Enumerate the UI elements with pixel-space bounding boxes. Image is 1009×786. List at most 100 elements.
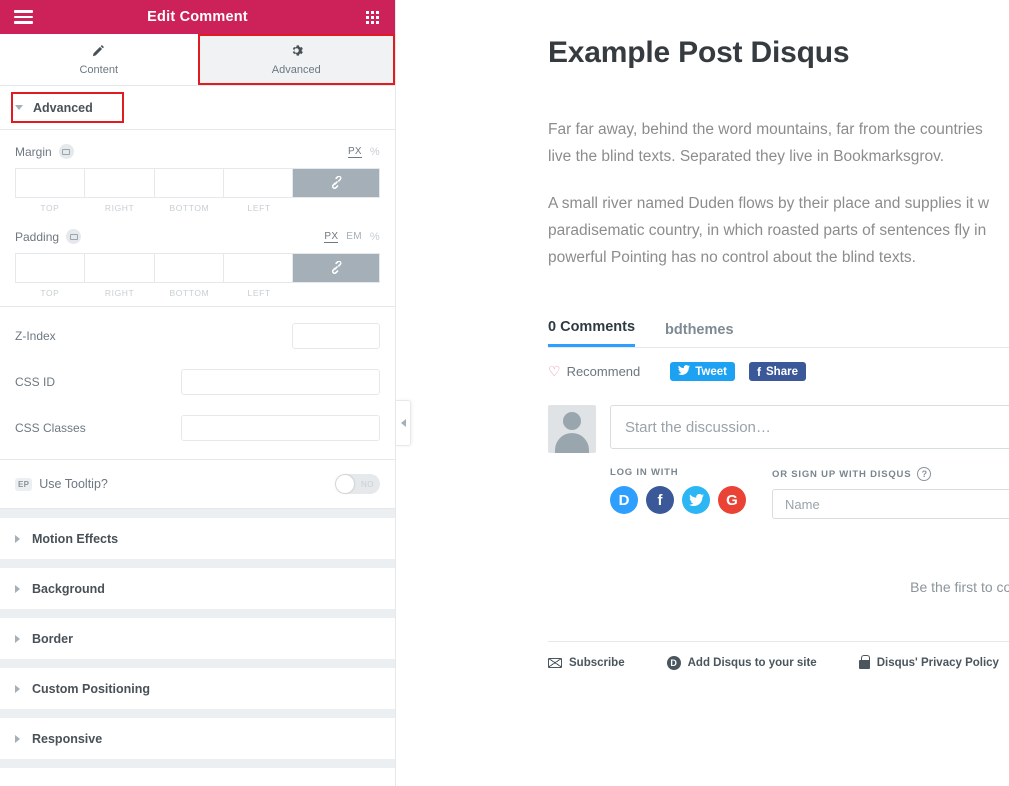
tweet-button[interactable]: Tweet — [670, 362, 736, 381]
accordion-custom-positioning[interactable]: Custom Positioning — [0, 668, 395, 709]
login-with-block: LOG IN WITH D f G — [610, 467, 772, 519]
disqus-widget: 0 Comments bdthemes ♡ Recommend Tweet f … — [548, 319, 1009, 670]
caret-right-icon — [15, 534, 20, 543]
login-with-label: LOG IN WITH — [610, 467, 679, 478]
disqus-actions: ♡ Recommend Tweet f Share — [548, 362, 1009, 381]
field-z-index: Z-Index — [0, 313, 395, 359]
lock-icon — [858, 655, 870, 669]
accordion-border-label: Border — [32, 631, 73, 646]
heart-icon: ♡ — [548, 363, 561, 379]
login-twitter-icon[interactable] — [682, 486, 710, 514]
margin-sublabel-right: RIGHT — [104, 203, 135, 213]
chevron-left-icon — [400, 419, 406, 427]
tab-content[interactable]: Content — [0, 34, 198, 85]
disqus-tabs: 0 Comments bdthemes — [548, 319, 1009, 348]
disqus-dot-icon: D — [666, 656, 681, 670]
monitor-icon[interactable] — [66, 229, 82, 244]
padding-unit-em[interactable]: EM — [346, 231, 362, 242]
padding-unit-px[interactable]: PX — [324, 231, 339, 243]
accordion-background[interactable]: Background — [0, 568, 395, 609]
tweet-label: Tweet — [695, 365, 728, 378]
padding-label: Padding — [15, 229, 60, 244]
toggle-state-label: NO — [361, 479, 374, 489]
section-advanced-header[interactable]: Advanced — [0, 86, 395, 130]
subscribe-link[interactable]: Subscribe — [548, 657, 625, 669]
margin-header: Margin PX % — [15, 144, 380, 159]
accordion-responsive-label: Responsive — [32, 731, 103, 746]
z-index-field — [292, 323, 380, 349]
padding-sublabel-spacer — [294, 288, 380, 298]
tab-advanced[interactable]: Advanced — [197, 34, 395, 85]
post-line-1: Far far away, behind the word mountains,… — [548, 121, 983, 138]
accordion-motion-effects[interactable]: Motion Effects — [0, 518, 395, 559]
panel-header: Edit Comment — [0, 0, 395, 34]
ep-badge: EP — [15, 477, 33, 491]
accordion-custom-positioning-label: Custom Positioning — [32, 681, 151, 696]
share-button[interactable]: f Share — [749, 362, 806, 381]
margin-link-chain-icon[interactable] — [293, 169, 379, 197]
margin-sublabels: TOP RIGHT BOTTOM LEFT — [15, 203, 380, 213]
padding-sublabel-top: TOP — [40, 288, 60, 298]
css-id-field — [181, 369, 380, 395]
css-id-input[interactable] — [181, 369, 380, 395]
panel-collapse-handle[interactable] — [396, 400, 411, 446]
padding-sublabels: TOP RIGHT BOTTOM LEFT — [15, 288, 380, 298]
comment-input[interactable]: Start the discussion… — [610, 405, 1009, 449]
margin-unit-percent[interactable]: % — [370, 146, 380, 158]
margin-right-input[interactable] — [85, 169, 155, 197]
css-classes-field — [181, 415, 380, 441]
tab-advanced-label: Advanced — [271, 63, 321, 76]
css-classes-input[interactable] — [181, 415, 380, 441]
margin-sublabel-spacer — [294, 203, 380, 213]
login-facebook-icon[interactable]: f — [646, 486, 674, 514]
accordion-responsive[interactable]: Responsive — [0, 718, 395, 759]
padding-right-input[interactable] — [85, 254, 155, 282]
css-classes-label: CSS Classes — [15, 421, 86, 435]
disqus-tab-comments[interactable]: 0 Comments — [548, 319, 636, 347]
privacy-policy-link[interactable]: Disqus' Privacy Policy — [858, 655, 999, 669]
recommend-button[interactable]: ♡ Recommend — [548, 363, 640, 380]
field-css-classes: CSS Classes — [0, 405, 395, 451]
disqus-tab-site[interactable]: bdthemes — [665, 322, 734, 347]
accordion-divider — [0, 659, 395, 668]
margin-unit-px[interactable]: PX — [347, 146, 362, 158]
margin-bottom-input[interactable] — [154, 169, 224, 197]
margin-top-input[interactable] — [16, 169, 86, 197]
accordion-border[interactable]: Border — [0, 618, 395, 659]
page-preview: Example Post Disqus Far far away, behind… — [396, 0, 1009, 786]
accordion-divider — [0, 509, 395, 518]
padding-top-input[interactable] — [16, 254, 86, 282]
tab-content-label: Content — [79, 63, 119, 76]
padding-link-chain-icon[interactable] — [293, 254, 379, 282]
login-google-icon[interactable]: G — [718, 486, 746, 514]
question-mark-icon[interactable]: ? — [917, 467, 932, 481]
monitor-icon[interactable] — [58, 144, 74, 159]
signup-header: OR SIGN UP WITH DISQUS ? — [772, 467, 1009, 481]
accordion-list: Motion Effects Background Border Custom … — [0, 509, 395, 768]
grid-apps-icon[interactable] — [349, 10, 395, 24]
margin-units: PX % — [347, 146, 380, 158]
signup-block: OR SIGN UP WITH DISQUS ? Name — [772, 467, 1009, 519]
use-tooltip-toggle[interactable]: NO — [335, 474, 380, 494]
padding-bottom-input[interactable] — [154, 254, 224, 282]
post-line-2: live the blind texts. Separated they liv… — [548, 148, 945, 165]
margin-sublabel-top: TOP — [40, 203, 60, 213]
pencil-icon — [92, 44, 105, 61]
disqus-footer: Subscribe D Add Disqus to your site Disq… — [548, 641, 1009, 670]
z-index-label: Z-Index — [15, 329, 56, 343]
padding-header: Padding PX EM % — [15, 229, 380, 244]
post-paragraph-2: A small river named Duden flows by their… — [548, 190, 1009, 271]
margin-left-input[interactable] — [223, 169, 293, 197]
accordion-divider — [0, 609, 395, 618]
name-input[interactable]: Name — [772, 489, 1009, 519]
field-css-id: CSS ID — [0, 359, 395, 405]
padding-unit-percent[interactable]: % — [370, 231, 380, 243]
hamburger-menu-icon[interactable] — [0, 7, 46, 27]
z-index-input[interactable] — [292, 323, 380, 349]
caret-right-icon — [15, 684, 20, 693]
hamburger-bars — [13, 7, 33, 27]
privacy-policy-label: Disqus' Privacy Policy — [876, 657, 999, 669]
login-disqus-icon[interactable]: D — [610, 486, 638, 514]
add-disqus-link[interactable]: D Add Disqus to your site — [666, 656, 817, 670]
padding-left-input[interactable] — [223, 254, 293, 282]
